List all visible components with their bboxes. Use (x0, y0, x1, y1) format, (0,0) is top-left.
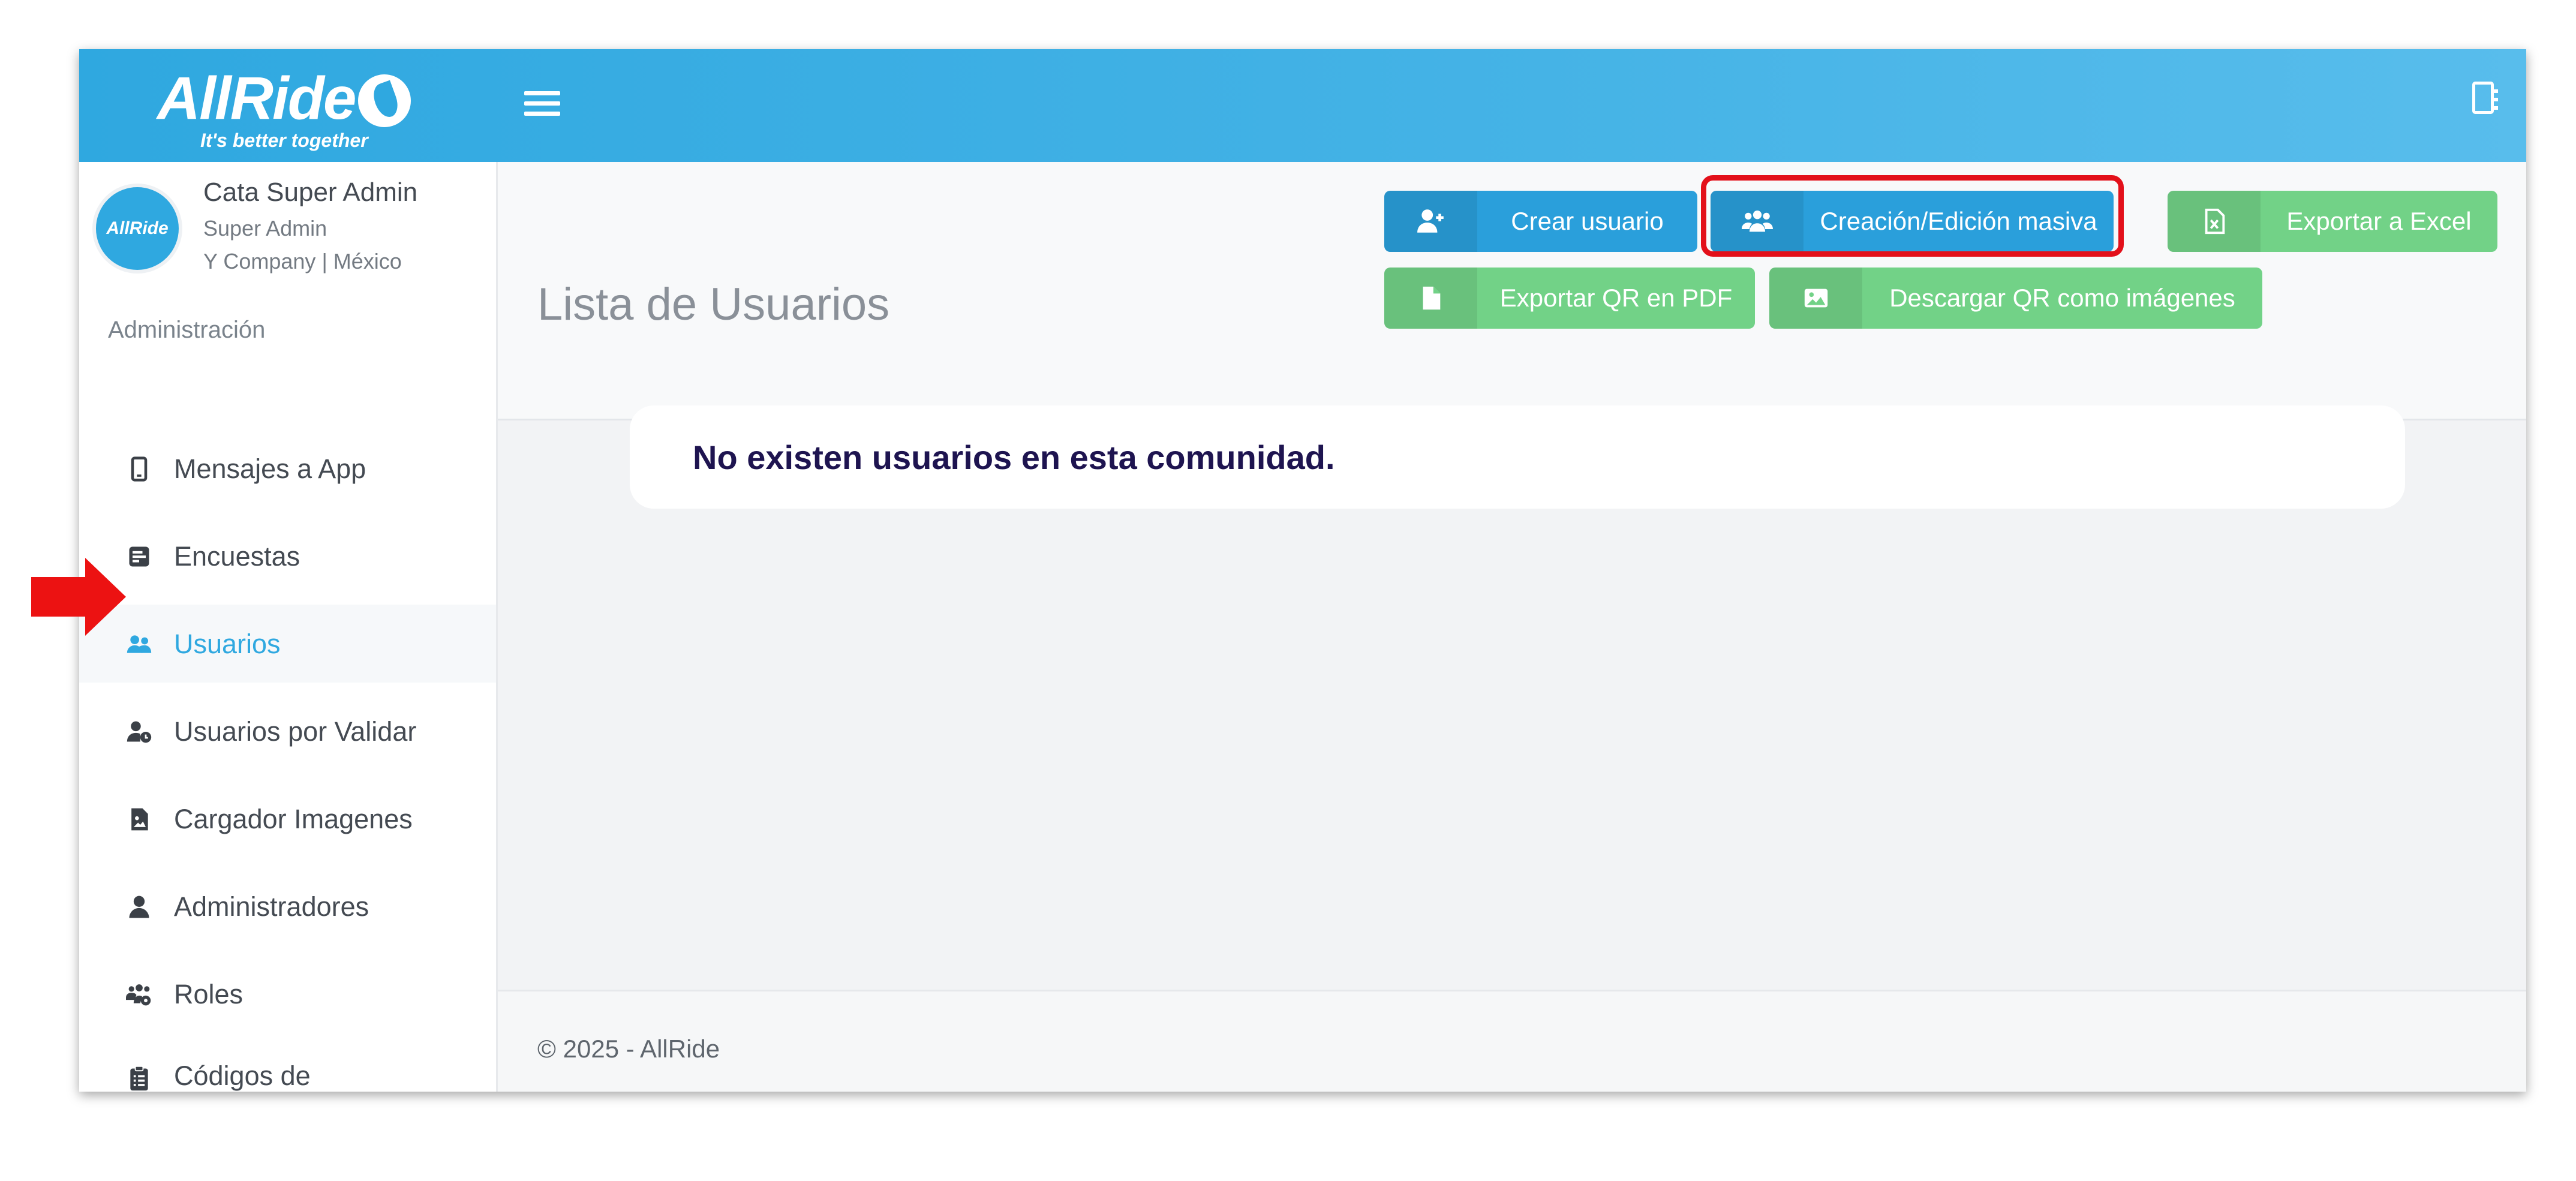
user-company: Y Company | México (203, 249, 402, 274)
download-qr-images-button[interactable]: Descargar QR como imágenes (1769, 268, 2262, 329)
sidebar-section-title: Administración (108, 317, 266, 343)
image-file-icon (131, 808, 148, 831)
sidebar-item-usuarios-por-validar[interactable]: Usuarios por Validar (79, 692, 496, 770)
bulk-create-edit-label: Creación/Edición masiva (1820, 207, 2097, 235)
app-window: AllRide It's better together AllRide Cat… (79, 49, 2526, 1092)
sidebar-item-administradores[interactable]: Administradores (79, 867, 496, 945)
mobile-phone-icon (131, 456, 148, 482)
sidebar-item-label: Administradores (174, 891, 369, 922)
users-cog-icon (126, 984, 151, 1006)
image-icon (1804, 289, 1827, 308)
logo-mark-icon (358, 74, 411, 127)
sidebar-item-label: Códigos de enrolamiento (174, 1060, 311, 1091)
sidebar-item-encuestas[interactable]: Encuestas (79, 517, 496, 595)
logo-tagline: It's better together (200, 130, 368, 151)
poll-icon (129, 546, 149, 567)
user-plus-icon (1417, 209, 1444, 233)
sidebar-item-codigos-enrolamiento[interactable]: Códigos de enrolamiento (79, 1042, 496, 1092)
empty-state-message: No existen usuarios en esta comunidad. (693, 438, 1335, 476)
sidebar-item-roles[interactable]: Roles (79, 955, 496, 1033)
export-excel-button[interactable]: Exportar a Excel (2168, 191, 2497, 252)
user-role: Super Admin (203, 216, 327, 241)
sidebar-item-label: Roles (174, 979, 244, 1009)
user-clock-icon (127, 721, 152, 743)
sidebar-item-label: Usuarios (174, 629, 281, 659)
hamburger-menu-icon[interactable] (524, 86, 560, 120)
sidebar-item-usuarios[interactable]: Usuarios (79, 605, 496, 683)
footer: © 2025 - AllRide (498, 990, 2526, 1092)
bulk-create-edit-button[interactable]: Creación/Edición masiva (1711, 191, 2114, 252)
sidebar-item-label: Usuarios por Validar (174, 716, 417, 747)
export-excel-label: Exportar a Excel (2286, 207, 2472, 235)
export-qr-pdf-button[interactable]: Exportar QR en PDF (1384, 268, 1755, 329)
avatar[interactable]: AllRide (92, 184, 182, 274)
copyright-text: © 2025 - AllRide (537, 1035, 720, 1063)
excel-file-icon (2205, 208, 2225, 235)
empty-state-card: No existen usuarios en esta comunidad. (630, 405, 2405, 509)
sidebar: AllRide Cata Super Admin Super Admin Y C… (79, 162, 498, 1092)
user-icon (129, 895, 149, 918)
sidebar-item-label: Encuestas (174, 541, 300, 572)
sidebar-item-mensajes-app[interactable]: Mensajes a App (79, 429, 496, 507)
create-user-label: Crear usuario (1511, 207, 1664, 235)
page-title: Lista de Usuarios (537, 279, 890, 330)
users-group-icon (1741, 211, 1773, 232)
logo-wordmark: AllRide (157, 65, 356, 132)
sidebar-item-label: Cargador Imagenes (174, 804, 413, 834)
user-name: Cata Super Admin (203, 178, 418, 207)
avatar-text: AllRide (106, 218, 169, 238)
top-header: AllRide It's better together (79, 49, 2526, 162)
sidebar-item-label: Mensajes a App (174, 453, 366, 484)
users-icon (127, 635, 152, 653)
sidebar-item-cargador-imagenes[interactable]: Cargador Imagenes (79, 780, 496, 858)
allride-logo[interactable]: AllRide It's better together (157, 62, 439, 152)
create-user-button[interactable]: Crear usuario (1384, 191, 1697, 252)
file-icon (1423, 286, 1440, 310)
notebook-icon[interactable] (2472, 82, 2498, 114)
export-qr-pdf-label: Exportar QR en PDF (1499, 284, 1733, 312)
red-arrow-annotation (31, 558, 127, 636)
download-qr-images-label: Descargar QR como imágenes (1889, 284, 2235, 312)
